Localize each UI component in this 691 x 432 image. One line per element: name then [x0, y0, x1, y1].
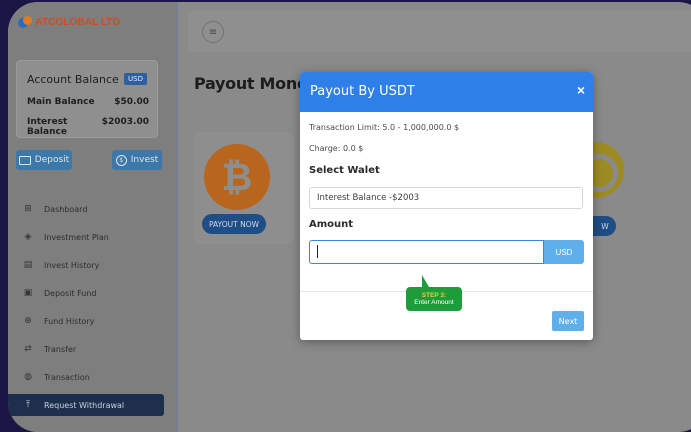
- interest-balance-row: Interest Balance $2003.00: [27, 117, 149, 137]
- layers-icon: ◈: [24, 232, 32, 242]
- sidebar-item-label: Transaction: [44, 372, 90, 382]
- main-balance-row: Main Balance $50.00: [27, 97, 149, 107]
- tooltip-step: STEP 3:: [421, 291, 447, 299]
- bitcoin-payout-card: ₿ PAYOUT NOW: [194, 132, 294, 244]
- interest-balance-value: $2003.00: [101, 117, 149, 127]
- file-icon: ▤: [23, 260, 33, 270]
- sidebar-item-label: Fund History: [44, 316, 95, 326]
- deposit-button[interactable]: Deposit: [16, 150, 72, 170]
- sidebar-divider: [176, 2, 178, 432]
- tooltip-text: Enter Amount: [414, 299, 454, 306]
- transfer-icon: ⇄: [24, 344, 32, 354]
- select-wallet-label: Select Walet: [309, 165, 380, 176]
- modal-header: Payout By USDT ×: [300, 72, 593, 112]
- step-tooltip: STEP 3: Enter Amount: [406, 275, 462, 311]
- sidebar-item-label: Investment Plan: [44, 232, 109, 242]
- transaction-limit-text: Transaction Limit: 5.0 - 1,000,000.0 $: [309, 123, 460, 132]
- text-cursor: [317, 245, 318, 258]
- amount-currency-addon: USD: [544, 240, 584, 264]
- account-balance-title: Account Balance: [27, 73, 119, 86]
- wallet-icon: ▣: [23, 288, 33, 298]
- sidebar-item-fund-history[interactable]: ⊕ Fund History: [8, 310, 178, 332]
- currency-badge: USD: [124, 73, 147, 85]
- hamburger-icon: ≡: [208, 26, 218, 38]
- invest-label: Invest: [130, 155, 159, 165]
- brand-logo-icon: [18, 16, 32, 28]
- top-bar: ≡: [188, 10, 691, 52]
- payout-now-label-partial: W: [601, 221, 609, 231]
- wallet-select-value: Interest Balance -$2003: [317, 193, 420, 203]
- sidebar-item-label: Invest History: [44, 260, 100, 270]
- invest-button[interactable]: $ Invest: [112, 150, 162, 170]
- sidebar-item-label: Dashboard: [44, 204, 88, 214]
- close-icon[interactable]: ×: [577, 82, 585, 98]
- deposit-label: Deposit: [34, 155, 70, 165]
- sidebar-item-label: Transfer: [44, 344, 77, 354]
- sidebar-item-dashboard[interactable]: ⊞ Dashboard: [8, 198, 178, 220]
- grid-icon: ⊞: [24, 204, 32, 214]
- main-balance-label: Main Balance: [27, 97, 95, 107]
- brand-name: ATCGLOBAL LTD: [35, 16, 120, 28]
- payout-now-button[interactable]: PAYOUT NOW: [202, 214, 266, 234]
- wallet-icon: [18, 155, 31, 165]
- sidebar-item-invest-history[interactable]: ▤ Invest History: [8, 254, 178, 276]
- sidebar-item-label: Request Withdrawal: [44, 400, 125, 410]
- money-bag-icon: ◍: [24, 372, 32, 382]
- main-balance-value: $50.00: [114, 97, 149, 107]
- sidebar-item-investment-plan[interactable]: ◈ Investment Plan: [8, 226, 178, 248]
- amount-input[interactable]: [309, 240, 544, 264]
- sidebar-item-label: Deposit Fund: [44, 288, 97, 298]
- sidebar-item-deposit-fund[interactable]: ▣ Deposit Fund: [8, 282, 178, 304]
- search-dollar-icon: ⊕: [24, 316, 32, 326]
- sidebar-item-transaction[interactable]: ◍ Transaction: [8, 366, 178, 388]
- wallet-select[interactable]: Interest Balance -$2003: [309, 187, 583, 209]
- next-button[interactable]: Next: [552, 311, 584, 331]
- dollar-circle-icon: $: [115, 154, 127, 166]
- sidebar-item-transfer[interactable]: ⇄ Transfer: [8, 338, 178, 360]
- account-balance-card: Account Balance USD Main Balance $50.00 …: [16, 60, 158, 138]
- amount-field-group: USD: [309, 240, 584, 264]
- charge-text: Charge: 0.0 $: [309, 144, 364, 153]
- modal-title: Payout By USDT: [310, 84, 415, 99]
- sidebar-item-request-withdrawal[interactable]: ⤒ Request Withdrawal: [8, 394, 164, 416]
- brand-logo[interactable]: ATCGLOBAL LTD: [18, 16, 120, 28]
- withdraw-icon: ⤒: [26, 400, 30, 410]
- amount-label: Amount: [309, 219, 354, 230]
- sidebar: ATCGLOBAL LTD Account Balance USD Main B…: [8, 2, 178, 432]
- menu-toggle-button[interactable]: ≡: [202, 21, 224, 43]
- bitcoin-icon: ₿: [204, 144, 270, 210]
- interest-balance-label: Interest Balance: [27, 117, 68, 137]
